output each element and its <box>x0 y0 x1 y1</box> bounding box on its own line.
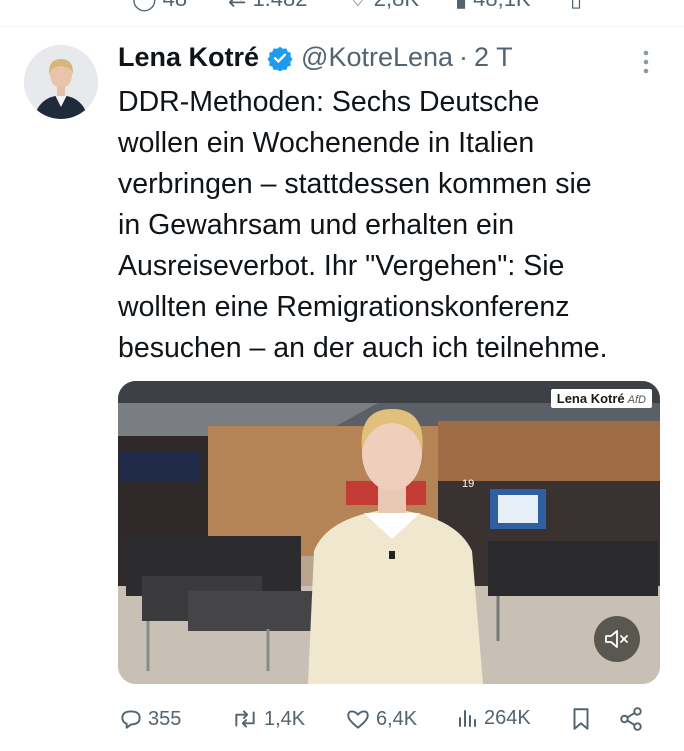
bookmark-icon <box>573 708 589 730</box>
previous-tweet-actions: ◯ 48 ⇄ 1.482 ♡ 2,8K ▮ 48,1K ▯ <box>0 0 684 22</box>
tweet-header: Lena Kotré @KotreLena · 2 T <box>118 42 513 73</box>
repost-icon <box>235 710 255 728</box>
watermark-party: AfD <box>627 394 646 406</box>
verified-badge-icon <box>267 45 293 72</box>
previous-bookmark-action[interactable]: ▯ <box>570 0 582 12</box>
share-icon <box>620 707 642 731</box>
views-icon: ▮ <box>455 0 467 12</box>
previous-like-action[interactable]: ♡ 2,8K <box>348 0 419 12</box>
previous-repost-count: 1.482 <box>252 0 307 12</box>
reply-icon <box>121 710 141 729</box>
previous-reply-count: 48 <box>163 0 187 12</box>
like-action[interactable]: 6,4K <box>344 706 417 732</box>
tweet-actions: 355 1,4K 6,4K 264K <box>118 706 663 738</box>
repost-action[interactable]: 1,4K <box>230 706 305 732</box>
speaker-muted-icon <box>605 630 628 648</box>
tweet-timestamp[interactable]: 2 T <box>474 42 513 73</box>
previous-like-count: 2,8K <box>374 0 419 12</box>
repost-icon: ⇄ <box>228 0 246 12</box>
tweet-video[interactable]: 19 Lena Kotré AfD <box>118 381 660 684</box>
watermark-name: Lena Kotré <box>556 391 625 406</box>
like-count: 6,4K <box>376 707 418 730</box>
share-action[interactable] <box>618 706 648 732</box>
repost-count: 1,4K <box>264 707 306 730</box>
avatar[interactable] <box>24 45 98 119</box>
author-handle[interactable]: @KotreLena <box>301 42 453 73</box>
bookmark-action[interactable] <box>568 706 598 732</box>
reply-count: 355 <box>148 707 182 730</box>
header-separator: · <box>459 42 469 72</box>
bookmark-icon: ▯ <box>570 0 582 12</box>
gate-number: 19 <box>462 478 474 490</box>
heart-icon <box>347 710 369 729</box>
views-count: 264K <box>484 706 531 729</box>
previous-views-action[interactable]: ▮ 48,1K <box>455 0 531 12</box>
tweet-text: DDR-Methoden: Sechs Deutsche wollen ein … <box>118 86 608 364</box>
tweet-divider <box>0 26 684 27</box>
views-action[interactable]: 264K <box>456 706 531 730</box>
reply-icon: ◯ <box>132 0 157 12</box>
watermark: Lena Kotré AfD <box>550 389 652 408</box>
author-name[interactable]: Lena Kotré <box>118 42 259 73</box>
previous-reply-action[interactable]: ◯ 48 <box>132 0 187 12</box>
previous-repost-action[interactable]: ⇄ 1.482 <box>228 0 308 12</box>
more-options-icon[interactable] <box>640 48 652 76</box>
mute-button[interactable] <box>594 616 640 662</box>
avatar-image <box>24 45 98 119</box>
heart-icon: ♡ <box>348 0 368 12</box>
previous-views-count: 48,1K <box>473 0 531 12</box>
video-frame: 19 <box>118 381 660 684</box>
views-icon <box>459 710 476 727</box>
reply-action[interactable]: 355 <box>118 706 181 732</box>
